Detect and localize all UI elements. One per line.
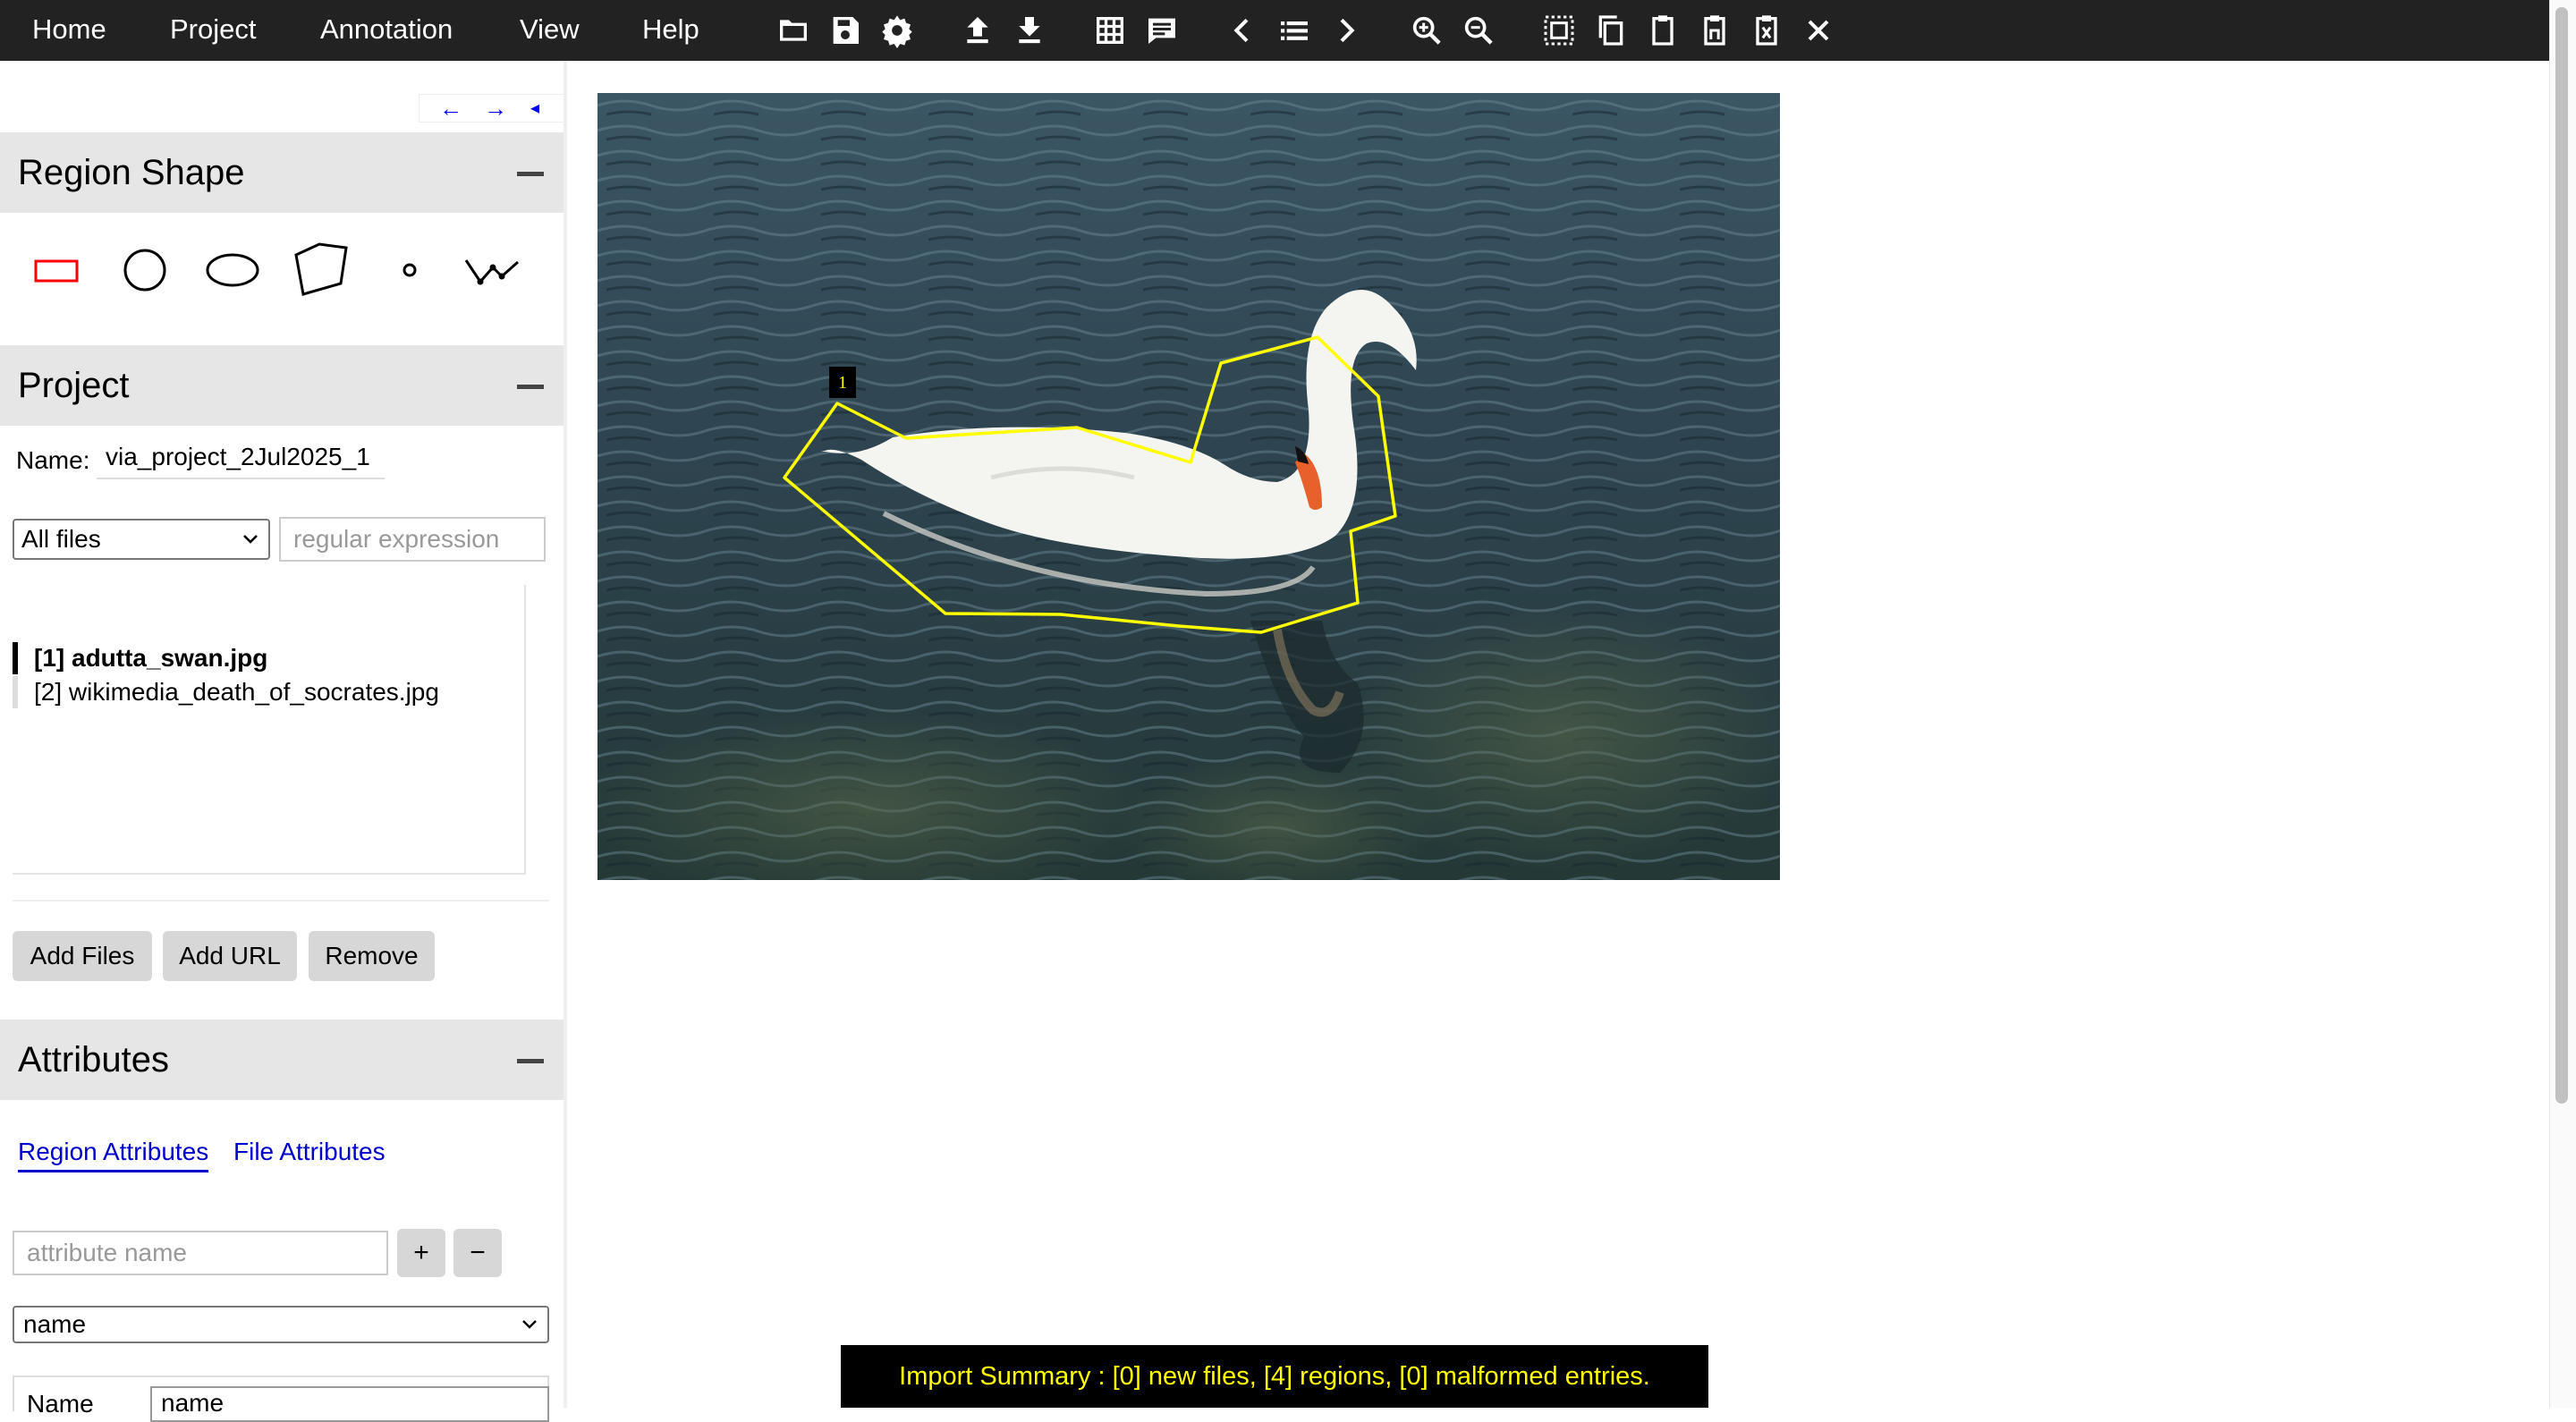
paste-delete-icon[interactable] xyxy=(1749,13,1784,48)
project-header[interactable]: Project xyxy=(0,345,565,426)
tab-file-attributes[interactable]: File Attributes xyxy=(233,1134,386,1170)
file-filter-value: All files xyxy=(21,525,101,553)
polyline-shape-icon[interactable] xyxy=(461,239,523,301)
folder-open-icon[interactable] xyxy=(775,13,811,48)
copy-icon[interactable] xyxy=(1593,13,1629,48)
download-icon[interactable] xyxy=(1012,13,1047,48)
save-icon[interactable] xyxy=(827,13,863,48)
menu-help[interactable]: Help xyxy=(642,0,699,61)
project-title: Project xyxy=(18,366,130,405)
polygon-shape-icon[interactable] xyxy=(291,239,353,301)
region-label-text: 1 xyxy=(838,373,847,393)
collapse-attributes-icon[interactable] xyxy=(517,1059,544,1063)
rectangle-shape-icon[interactable] xyxy=(25,239,88,301)
close-icon[interactable] xyxy=(1801,13,1836,48)
select-all-icon[interactable] xyxy=(1541,13,1577,48)
regex-filter-input[interactable] xyxy=(279,517,546,562)
region-shape-title: Region Shape xyxy=(18,153,245,192)
import-summary-toast: Import Summary : [0] new files, [4] regi… xyxy=(841,1345,1708,1408)
next-file-arrow[interactable]: → xyxy=(484,95,507,122)
prev-image-icon[interactable] xyxy=(1224,13,1260,48)
comment-icon[interactable] xyxy=(1144,13,1180,48)
annotation-canvas[interactable]: 1 xyxy=(580,93,1796,907)
attribute-name-input[interactable] xyxy=(13,1231,388,1275)
grid-view-icon[interactable] xyxy=(1092,13,1128,48)
file-filter-select[interactable]: All files xyxy=(13,519,270,560)
left-sidebar: ← → ◂ Region Shape Project Name: via_pro… xyxy=(0,61,567,1422)
attributes-title: Attributes xyxy=(18,1040,169,1079)
attribute-name-label: Name xyxy=(27,1390,94,1418)
ellipse-shape-icon[interactable] xyxy=(202,239,265,301)
top-menubar: Home Project Annotation View Help xyxy=(0,0,2549,61)
file-list[interactable]: [1] adutta_swan.jpg [2] wikimedia_death_… xyxy=(13,585,526,875)
paste-n-icon[interactable] xyxy=(1697,13,1733,48)
menu-view[interactable]: View xyxy=(520,0,580,61)
attribute-name-value-field[interactable]: name xyxy=(150,1386,549,1422)
menu-project[interactable]: Project xyxy=(170,0,256,61)
collapse-project-icon[interactable] xyxy=(517,385,544,389)
circle-shape-icon[interactable] xyxy=(114,239,177,301)
add-attribute-button[interactable]: + xyxy=(397,1229,445,1277)
point-shape-icon[interactable] xyxy=(379,239,442,301)
collapse-sidebar-arrow[interactable]: ◂ xyxy=(530,95,539,122)
add-url-button[interactable]: Add URL xyxy=(163,931,297,981)
menu-annotation[interactable]: Annotation xyxy=(320,0,453,61)
zoom-in-icon[interactable] xyxy=(1409,13,1445,48)
chevron-down-icon xyxy=(522,1320,537,1329)
attributes-header[interactable]: Attributes xyxy=(0,1020,565,1100)
project-name-label: Name: xyxy=(16,446,90,474)
remove-file-button[interactable]: Remove xyxy=(309,931,435,981)
menu-home[interactable]: Home xyxy=(32,0,106,61)
region-shape-header[interactable]: Region Shape xyxy=(0,132,565,213)
add-files-button[interactable]: Add Files xyxy=(13,931,152,981)
file-list-item-2[interactable]: [2] wikimedia_death_of_socrates.jpg xyxy=(13,676,439,708)
swan-image[interactable]: 1 xyxy=(580,93,1796,907)
attribute-select[interactable]: name xyxy=(13,1306,549,1343)
remove-attribute-button[interactable]: − xyxy=(453,1229,502,1277)
paste-icon[interactable] xyxy=(1645,13,1681,48)
attribute-properties-table: Name name xyxy=(13,1375,549,1422)
tab-region-attributes[interactable]: Region Attributes xyxy=(18,1134,209,1172)
vertical-scrollbar-thumb[interactable] xyxy=(2555,7,2568,1104)
sidebar-divider[interactable] xyxy=(564,61,567,1408)
sidebar-nav: ← → ◂ xyxy=(419,94,567,123)
list-icon[interactable] xyxy=(1276,13,1312,48)
attribute-select-value: name xyxy=(23,1310,87,1338)
collapse-region-shape-icon[interactable] xyxy=(517,172,544,176)
file-list-item-1[interactable]: [1] adutta_swan.jpg xyxy=(13,642,267,674)
settings-icon[interactable] xyxy=(879,13,915,48)
next-image-icon[interactable] xyxy=(1328,13,1364,48)
upload-icon[interactable] xyxy=(960,13,996,48)
prev-file-arrow[interactable]: ← xyxy=(439,95,462,122)
project-name-input[interactable] xyxy=(97,436,385,479)
zoom-out-icon[interactable] xyxy=(1461,13,1496,48)
chevron-down-icon xyxy=(243,535,258,544)
